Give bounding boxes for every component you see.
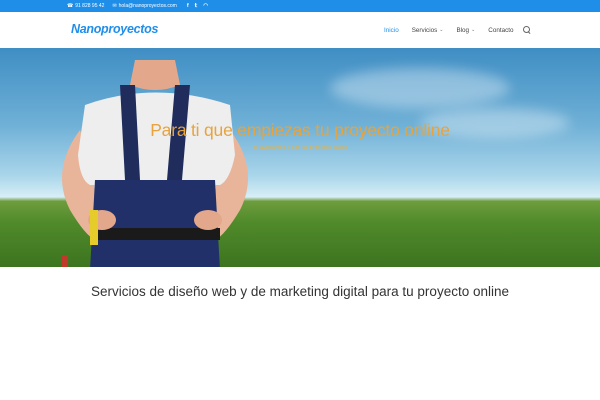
- search-icon[interactable]: [523, 26, 531, 34]
- rss-icon[interactable]: ◠: [203, 3, 208, 9]
- top-bar: ☎ 91 828 95 42 ✉ hola@nanoproyectos.com …: [0, 0, 600, 12]
- nav-item-inicio[interactable]: Inicio: [384, 27, 399, 34]
- facebook-icon[interactable]: f: [187, 3, 189, 9]
- envelope-icon: ✉: [112, 2, 117, 9]
- nav-label: Inicio: [384, 26, 399, 34]
- nav-label: Servicios: [411, 26, 438, 34]
- nav-label: Blog: [456, 26, 470, 34]
- nav-label: Contacto: [488, 26, 514, 34]
- nav-item-servicios[interactable]: Servicios ⌄: [412, 27, 444, 34]
- hero-subtitle: Te ayudamos a dar tus primeros pasos: [252, 145, 348, 151]
- main-nav: Inicio Servicios ⌄ Blog ⌄ Contacto: [384, 26, 531, 34]
- hero-title: Para ti que empiezas tu proyecto online: [150, 120, 450, 140]
- services-heading: Servicios de diseño web y de marketing d…: [91, 284, 509, 299]
- site-header: Nanoproyectos Inicio Servicios ⌄ Blog ⌄ …: [0, 12, 600, 48]
- worker-image: [62, 60, 248, 267]
- phone-number: 91 828 95 42: [75, 3, 105, 9]
- nav-item-contacto[interactable]: Contacto: [488, 27, 513, 34]
- phone-icon: ☎: [67, 2, 74, 9]
- chevron-down-icon: ⌄: [439, 27, 444, 33]
- email-contact[interactable]: ✉ hola@nanoproyectos.com: [112, 3, 176, 9]
- site-logo[interactable]: Nanoproyectos: [71, 22, 158, 36]
- twitter-icon[interactable]: 𝕥: [195, 3, 198, 9]
- chevron-down-icon: ⌄: [471, 27, 476, 33]
- phone-contact[interactable]: ☎ 91 828 95 42: [67, 3, 104, 9]
- hero-banner: Para ti que empiezas tu proyecto online …: [0, 48, 600, 267]
- email-address: hola@nanoproyectos.com: [118, 3, 177, 9]
- nav-item-blog[interactable]: Blog ⌄: [456, 27, 475, 34]
